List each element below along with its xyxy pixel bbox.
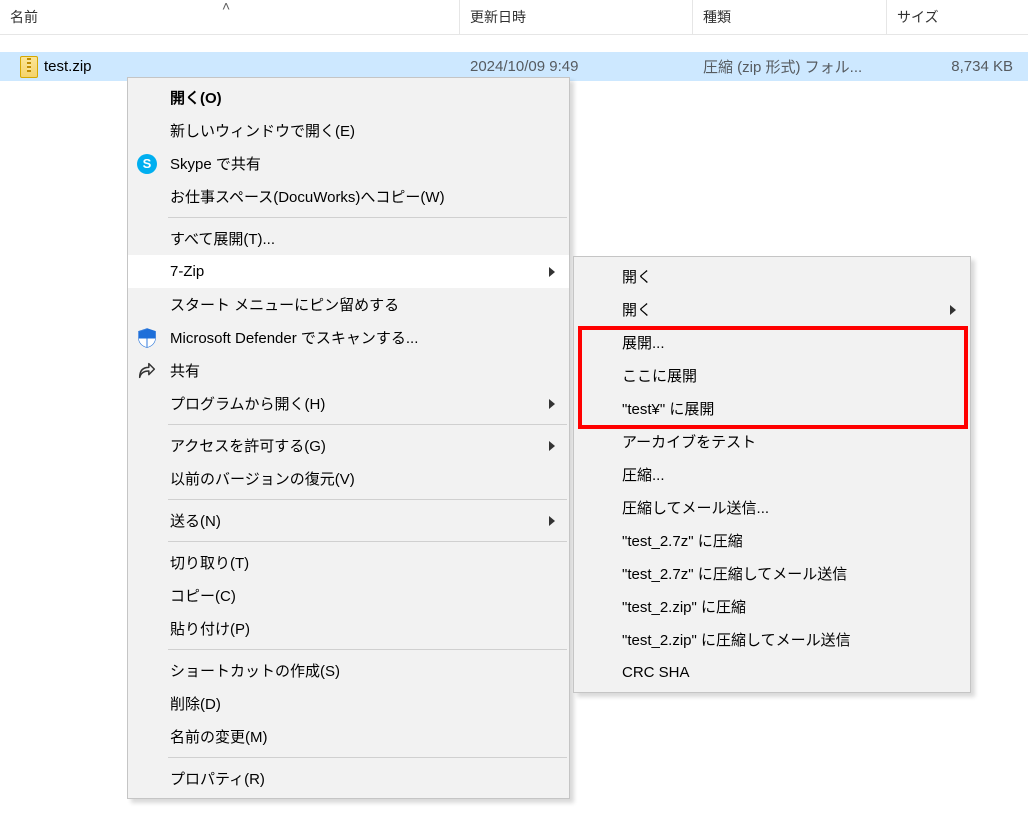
menu-item-share-label: 共有 <box>170 360 200 381</box>
sort-indicator-icon: ˄ <box>222 0 230 14</box>
menu-item-delete[interactable]: 削除(D) <box>128 687 569 720</box>
submenu-item-extract-to-named[interactable]: "test¥" に展開 <box>574 392 970 425</box>
column-header-type-label: 種類 <box>703 7 731 27</box>
skype-icon: S <box>136 153 158 175</box>
menu-separator <box>168 217 567 218</box>
file-cell-type: 圧縮 (zip 形式) フォル... <box>693 52 887 81</box>
menu-item-rename[interactable]: 名前の変更(M) <box>128 720 569 753</box>
submenu-item-extract-to-named-label: "test¥" に展開 <box>622 398 714 419</box>
chevron-right-icon <box>549 267 555 277</box>
menu-item-rename-label: 名前の変更(M) <box>170 726 268 747</box>
submenu-item-extract-here[interactable]: ここに展開 <box>574 359 970 392</box>
menu-item-open-with-label: プログラムから開く(H) <box>170 393 325 414</box>
file-name-label: test.zip <box>44 58 92 75</box>
column-header-date[interactable]: 更新日時 <box>460 0 693 34</box>
menu-item-properties-label: プロパティ(R) <box>170 768 265 789</box>
menu-item-paste-label: 貼り付け(P) <box>170 618 250 639</box>
column-header-size[interactable]: サイズ <box>887 0 1025 34</box>
chevron-right-icon <box>549 516 555 526</box>
submenu-item-compress-zip-mail[interactable]: "test_2.zip" に圧縮してメール送信 <box>574 623 970 656</box>
menu-item-skype-share[interactable]: S Skype で共有 <box>128 147 569 180</box>
submenu-item-test-archive[interactable]: アーカイブをテスト <box>574 425 970 458</box>
menu-item-restore-previous[interactable]: 以前のバージョンの復元(V) <box>128 462 569 495</box>
submenu-item-test-archive-label: アーカイブをテスト <box>622 431 756 452</box>
menu-item-send-to[interactable]: 送る(N) <box>128 504 569 537</box>
menu-separator <box>168 424 567 425</box>
menu-item-open[interactable]: 開く(O) <box>128 81 569 114</box>
menu-item-extract-all[interactable]: すべて展開(T)... <box>128 222 569 255</box>
menu-separator <box>168 649 567 650</box>
submenu-item-compress-mail-label: 圧縮してメール送信... <box>622 497 769 518</box>
menu-item-copy-label: コピー(C) <box>170 585 236 606</box>
menu-item-pin-to-start[interactable]: スタート メニューにピン留めする <box>128 288 569 321</box>
menu-item-open-with[interactable]: プログラムから開く(H) <box>128 387 569 420</box>
submenu-item-extract-label: 展開... <box>622 332 665 353</box>
file-size-label: 8,734 KB <box>951 58 1013 75</box>
column-header-type[interactable]: 種類 <box>693 0 887 34</box>
menu-item-create-shortcut-label: ショートカットの作成(S) <box>170 660 340 681</box>
column-header-name-label: 名前 <box>10 7 38 27</box>
context-menu: 開く(O) 新しいウィンドウで開く(E) S Skype で共有 お仕事スペース… <box>127 77 570 799</box>
menu-item-7zip-label: 7-Zip <box>170 263 204 280</box>
menu-item-send-to-label: 送る(N) <box>170 510 221 531</box>
menu-separator <box>168 757 567 758</box>
submenu-item-extract[interactable]: 展開... <box>574 326 970 359</box>
menu-item-open-label: 開く(O) <box>170 87 222 108</box>
menu-item-restore-previous-label: 以前のバージョンの復元(V) <box>170 468 355 489</box>
submenu-item-crc-sha-label: CRC SHA <box>622 664 690 681</box>
column-header-row: 名前 ˄ 更新日時 種類 サイズ <box>0 0 1028 35</box>
submenu-item-compress-zip-label: "test_2.zip" に圧縮 <box>622 596 746 617</box>
submenu-item-compress[interactable]: 圧縮... <box>574 458 970 491</box>
submenu-item-compress-label: 圧縮... <box>622 464 665 485</box>
submenu-item-compress-7z-mail-label: "test_2.7z" に圧縮してメール送信 <box>622 563 847 584</box>
chevron-right-icon <box>549 441 555 451</box>
menu-item-skype-share-label: Skype で共有 <box>170 153 261 174</box>
submenu-item-compress-7z[interactable]: "test_2.7z" に圧縮 <box>574 524 970 557</box>
menu-item-open-new-window[interactable]: 新しいウィンドウで開く(E) <box>128 114 569 147</box>
share-icon <box>136 360 158 382</box>
menu-item-docuworks-copy[interactable]: お仕事スペース(DocuWorks)へコピー(W) <box>128 180 569 213</box>
submenu-item-crc-sha[interactable]: CRC SHA <box>574 656 970 689</box>
defender-shield-icon <box>136 327 158 349</box>
menu-item-extract-all-label: すべて展開(T)... <box>170 228 275 249</box>
submenu-item-open[interactable]: 開く <box>574 260 970 293</box>
chevron-right-icon <box>549 399 555 409</box>
file-date-label: 2024/10/09 9:49 <box>470 58 578 75</box>
file-cell-size: 8,734 KB <box>887 52 1025 81</box>
zip-file-icon <box>20 56 38 78</box>
submenu-item-open-label: 開く <box>622 266 652 287</box>
file-type-label: 圧縮 (zip 形式) フォル... <box>703 56 862 77</box>
menu-item-cut[interactable]: 切り取り(T) <box>128 546 569 579</box>
menu-separator <box>168 541 567 542</box>
menu-item-defender-scan-label: Microsoft Defender でスキャンする... <box>170 327 418 348</box>
menu-item-delete-label: 削除(D) <box>170 693 221 714</box>
submenu-item-extract-here-label: ここに展開 <box>622 365 697 386</box>
submenu-item-compress-7z-mail[interactable]: "test_2.7z" に圧縮してメール送信 <box>574 557 970 590</box>
menu-item-open-new-window-label: 新しいウィンドウで開く(E) <box>170 120 355 141</box>
menu-item-give-access-label: アクセスを許可する(G) <box>170 435 326 456</box>
menu-item-paste[interactable]: 貼り付け(P) <box>128 612 569 645</box>
submenu-item-compress-zip-mail-label: "test_2.zip" に圧縮してメール送信 <box>622 629 851 650</box>
menu-item-defender-scan[interactable]: Microsoft Defender でスキャンする... <box>128 321 569 354</box>
menu-item-properties[interactable]: プロパティ(R) <box>128 762 569 795</box>
menu-item-create-shortcut[interactable]: ショートカットの作成(S) <box>128 654 569 687</box>
chevron-right-icon <box>950 305 956 315</box>
column-header-date-label: 更新日時 <box>470 7 526 27</box>
submenu-item-open-arrow-label: 開く <box>622 299 652 320</box>
menu-separator <box>168 499 567 500</box>
column-header-size-label: サイズ <box>897 7 939 27</box>
menu-item-copy[interactable]: コピー(C) <box>128 579 569 612</box>
submenu-item-compress-zip[interactable]: "test_2.zip" に圧縮 <box>574 590 970 623</box>
menu-item-7zip[interactable]: 7-Zip <box>128 255 569 288</box>
menu-item-share[interactable]: 共有 <box>128 354 569 387</box>
submenu-item-open-arrow[interactable]: 開く <box>574 293 970 326</box>
menu-item-cut-label: 切り取り(T) <box>170 552 249 573</box>
submenu-item-compress-mail[interactable]: 圧縮してメール送信... <box>574 491 970 524</box>
menu-item-pin-to-start-label: スタート メニューにピン留めする <box>170 294 399 315</box>
menu-item-docuworks-copy-label: お仕事スペース(DocuWorks)へコピー(W) <box>170 186 445 207</box>
submenu-item-compress-7z-label: "test_2.7z" に圧縮 <box>622 530 743 551</box>
menu-item-give-access[interactable]: アクセスを許可する(G) <box>128 429 569 462</box>
sevenzip-submenu: 開く 開く 展開... ここに展開 "test¥" に展開 アーカイブをテスト … <box>573 256 971 693</box>
